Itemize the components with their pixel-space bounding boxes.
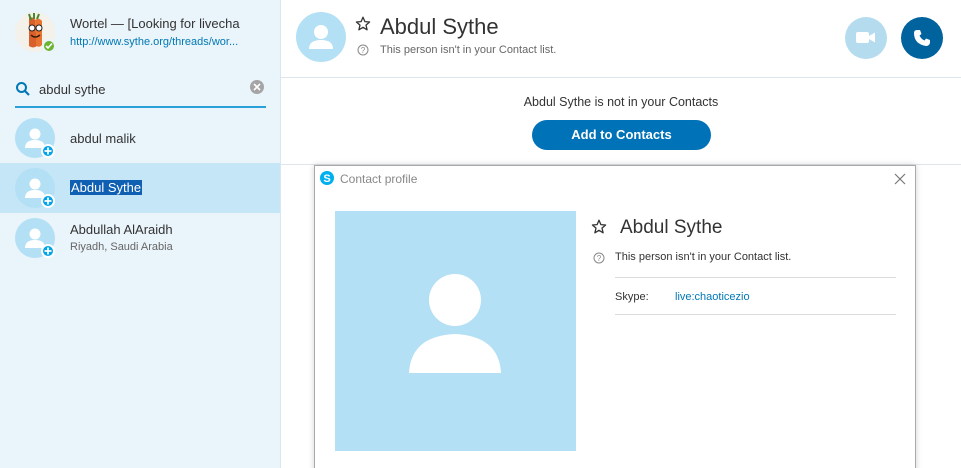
- audio-call-button[interactable]: [901, 17, 943, 59]
- clear-search-icon[interactable]: [250, 80, 264, 94]
- profile-status: This person isn't in your Contact list.: [615, 251, 792, 263]
- search-input[interactable]: [39, 79, 239, 99]
- skype-id-label: Skype:: [615, 291, 649, 303]
- add-contact-banner: Abdul Sythe is not in your Contacts Add …: [281, 79, 961, 165]
- contact-name[interactable]: Abdul Sythe: [380, 14, 499, 40]
- svg-text:S: S: [323, 173, 330, 185]
- account-profile[interactable]: Wortel — [Looking for livecha http://www…: [0, 0, 280, 64]
- star-icon[interactable]: [355, 16, 371, 37]
- svg-text:?: ?: [361, 46, 366, 55]
- close-icon[interactable]: [894, 172, 906, 190]
- contact-profile-dialog: S Contact profile Abdul Sythe ? This per…: [314, 165, 916, 468]
- skype-logo-icon: S: [319, 170, 335, 186]
- result-location: Riyadh, Saudi Arabia: [70, 241, 173, 253]
- phone-icon: [914, 30, 930, 46]
- result-name: abdul malik: [70, 131, 136, 146]
- add-to-contacts-button[interactable]: Add to Contacts: [532, 120, 711, 150]
- profile-name: Abdul Sythe: [620, 217, 723, 238]
- sidebar: Wortel — [Looking for livecha http://www…: [0, 0, 281, 468]
- text-selection-highlight: Abdul Sythe: [70, 180, 143, 195]
- skype-id-value[interactable]: live:chaoticezio: [675, 291, 750, 303]
- banner-message: Abdul Sythe is not in your Contacts: [523, 95, 719, 109]
- plus-badge-icon: [41, 244, 55, 258]
- search-result-item[interactable]: Abdullah AlAraidh Riyadh, Saudi Arabia: [0, 213, 280, 263]
- divider: [615, 277, 896, 278]
- contact-avatar[interactable]: [296, 12, 346, 62]
- svg-text:?: ?: [597, 254, 602, 263]
- info-icon: ?: [357, 43, 369, 61]
- plus-badge-icon: [41, 144, 55, 158]
- result-name: Abdullah AlAraidh: [70, 222, 173, 237]
- video-call-icon: [856, 32, 875, 43]
- dialog-title: Contact profile: [340, 172, 418, 186]
- star-icon[interactable]: [591, 219, 607, 240]
- result-name: Abdul Sythe: [70, 180, 143, 195]
- info-icon: ?: [593, 251, 605, 269]
- contact-status: This person isn't in your Contact list.: [380, 44, 557, 56]
- video-call-button[interactable]: [845, 17, 887, 59]
- plus-badge-icon: [41, 194, 55, 208]
- account-mood-link[interactable]: http://www.sythe.org/threads/wor...: [70, 36, 270, 48]
- divider: [615, 314, 896, 315]
- search-result-item-selected[interactable]: Abdul Sythe: [0, 163, 280, 213]
- search-box: [15, 74, 266, 108]
- search-result-item[interactable]: abdul malik: [0, 113, 280, 163]
- profile-photo: [335, 211, 576, 451]
- account-name: Wortel — [Looking for livecha: [70, 16, 240, 31]
- online-status-icon: [42, 39, 56, 53]
- search-icon: [15, 81, 31, 102]
- conversation-header: Abdul Sythe ? This person isn't in your …: [281, 0, 961, 78]
